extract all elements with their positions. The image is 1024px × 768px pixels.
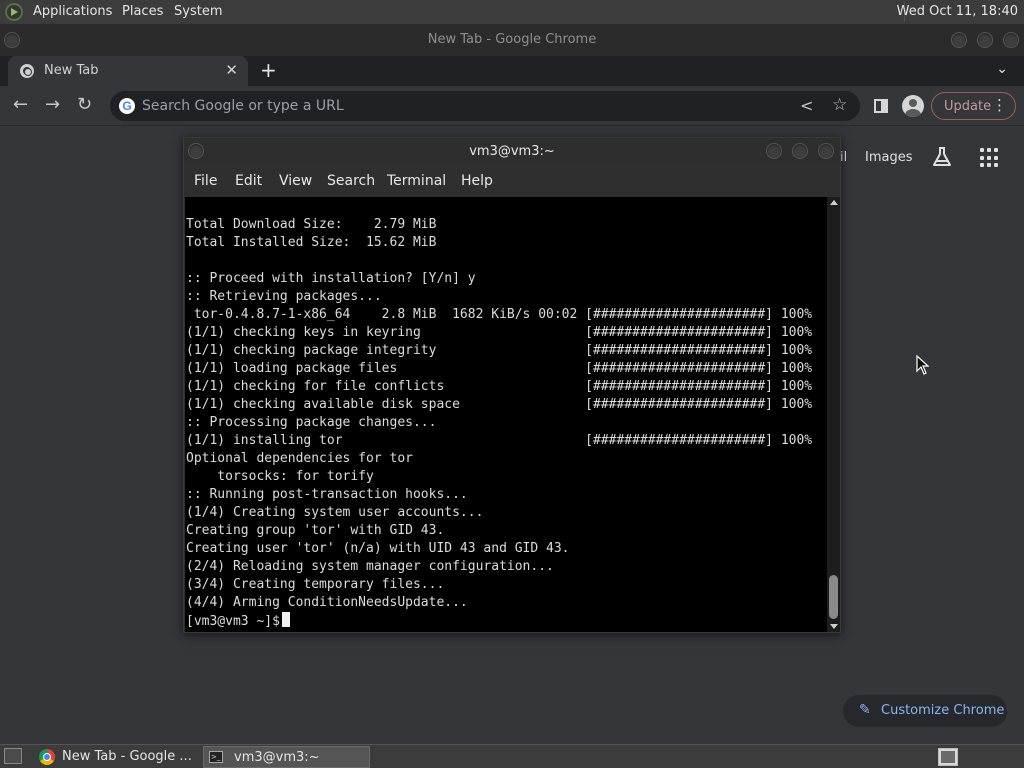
terminal-line: (3/4) Creating temporary files...	[186, 577, 445, 592]
gmail-link[interactable]: il	[840, 150, 847, 165]
taskbar-item-label: vm3@vm3:~	[234, 750, 320, 765]
close-window-button[interactable]	[1003, 32, 1019, 48]
terminal-line: torsocks: for torify	[186, 469, 374, 484]
chrome-favicon-icon	[20, 64, 34, 78]
scroll-up-arrow-icon[interactable]	[830, 200, 838, 205]
labs-flask-icon[interactable]	[930, 145, 954, 169]
terminal-line: :: Proceed with installation? [Y/n] y	[186, 271, 476, 286]
omnibox[interactable]: G Search Google or type a URL < ☆	[110, 91, 860, 121]
terminal-line: tor-0.4.8.7-1-x86_64 2.8 MiB 1682 KiB/s …	[186, 307, 813, 322]
terminal-window-menu-button[interactable]	[188, 143, 204, 159]
terminal-line: (1/4) Creating system user accounts...	[186, 505, 484, 520]
tab-search-chevron-icon[interactable]: ⌄	[996, 61, 1008, 77]
update-label: Update	[944, 99, 992, 114]
terminal-line: Total Download Size: 2.79 MiB	[186, 217, 437, 232]
tab-strip: New Tab ✕ + ⌄	[0, 56, 1024, 86]
window-menu-button[interactable]	[4, 32, 20, 48]
terminal-prompt-line: [vm3@vm3 ~]$	[186, 612, 290, 631]
taskbar-item-chrome[interactable]: New Tab - Google ...	[32, 746, 198, 768]
new-tab-icon[interactable]: +	[260, 58, 277, 82]
scroll-down-arrow-icon[interactable]	[830, 624, 838, 629]
menu-edit[interactable]: Edit	[235, 173, 262, 189]
terminal-line: :: Retrieving packages...	[186, 289, 382, 304]
share-icon[interactable]: <	[800, 96, 813, 115]
customize-chrome-button[interactable]: ✎ Customize Chrome	[843, 695, 1007, 727]
omnibox-placeholder[interactable]: Search Google or type a URL	[142, 98, 344, 114]
show-desktop-icon[interactable]	[4, 748, 22, 764]
terminal-line: Optional dependencies for tor	[186, 451, 413, 466]
terminal-close-button[interactable]	[818, 143, 834, 159]
reload-icon[interactable]: ↻	[77, 95, 92, 115]
maximize-button[interactable]	[977, 32, 993, 48]
distro-logo-icon[interactable]	[5, 3, 23, 21]
customize-chrome-label: Customize Chrome	[881, 703, 1005, 718]
menu-terminal[interactable]: Terminal	[387, 173, 446, 189]
menu-help[interactable]: Help	[461, 173, 493, 189]
terminal-line: Creating group 'tor' with GID 43.	[186, 523, 445, 538]
menu-file[interactable]: File	[194, 173, 217, 189]
places-menu[interactable]: Places	[122, 4, 163, 19]
taskbar-item-terminal[interactable]: >_ vm3@vm3:~	[203, 746, 370, 768]
terminal-line: Total Installed Size: 15.62 MiB	[186, 235, 437, 250]
kebab-menu-icon[interactable]: ⋮	[992, 96, 1007, 114]
terminal-minimize-button[interactable]	[766, 143, 782, 159]
system-menu[interactable]: System	[174, 4, 222, 19]
chrome-titlebar[interactable]: New Tab - Google Chrome	[0, 24, 1024, 56]
terminal-titlebar[interactable]: vm3@vm3:~	[184, 138, 840, 166]
terminal-line: (1/1) checking package integrity [######…	[186, 343, 813, 358]
tab-title: New Tab	[44, 63, 99, 78]
forward-arrow-icon[interactable]: →	[45, 95, 60, 115]
terminal-line: Creating user 'tor' (n/a) with UID 43 an…	[186, 541, 570, 556]
terminal-line: (1/1) loading package files [###########…	[186, 361, 813, 376]
applications-menu[interactable]: Applications	[33, 4, 112, 19]
minimize-button[interactable]	[951, 32, 967, 48]
menu-search[interactable]: Search	[327, 173, 375, 189]
update-button[interactable]: Update ⋮	[931, 92, 1016, 120]
bottom-taskbar: New Tab - Google ... >_ vm3@vm3:~	[0, 744, 1024, 768]
side-panel-icon[interactable]	[874, 99, 888, 113]
scrollbar-thumb[interactable]	[829, 575, 838, 619]
terminal-line: (2/4) Reloading system manager configura…	[186, 559, 554, 574]
terminal-line: :: Processing package changes...	[186, 415, 437, 430]
shell-prompt: [vm3@vm3 ~]$	[186, 614, 280, 629]
bookmark-star-icon[interactable]: ☆	[832, 95, 847, 115]
text-cursor	[281, 612, 290, 627]
terminal-title: vm3@vm3:~	[469, 144, 555, 159]
terminal-line: (1/1) checking for file conflicts [#####…	[186, 379, 813, 394]
taskbar-item-label: New Tab - Google ...	[62, 749, 192, 764]
terminal-line: (1/1) checking keys in keyring [########…	[186, 325, 813, 340]
menu-view[interactable]: View	[279, 173, 312, 189]
workspace-switcher[interactable]	[938, 748, 958, 766]
chrome-toolbar: ← → ↻ G Search Google or type a URL < ☆ …	[0, 86, 1024, 126]
terminal-maximize-button[interactable]	[792, 143, 808, 159]
terminal-app-icon: >_	[209, 751, 223, 763]
chrome-logo-icon	[39, 749, 55, 765]
terminal-scrollbar[interactable]	[827, 197, 840, 632]
profile-avatar-icon[interactable]	[902, 95, 924, 117]
images-link[interactable]: Images	[865, 150, 913, 165]
mouse-pointer-icon	[916, 355, 930, 375]
google-g-icon: G	[119, 98, 135, 114]
back-arrow-icon[interactable]: ←	[13, 95, 28, 115]
close-tab-icon[interactable]: ✕	[225, 61, 238, 79]
tab-new-tab[interactable]: New Tab ✕	[8, 56, 248, 86]
terminal-output[interactable]: Total Download Size: 2.79 MiB Total Insta…	[185, 197, 827, 632]
terminal-line: (1/1) checking available disk space [###…	[186, 397, 813, 412]
terminal-menubar: File Edit View Search Terminal Help	[184, 168, 840, 196]
google-apps-grid-icon[interactable]	[980, 148, 1000, 168]
chrome-window-title: New Tab - Google Chrome	[427, 32, 597, 47]
terminal-window[interactable]: vm3@vm3:~ File Edit View Search Terminal…	[183, 137, 841, 633]
terminal-line: :: Running post-transaction hooks...	[186, 487, 468, 502]
pencil-icon: ✎	[859, 702, 871, 718]
terminal-lines: Total Download Size: 2.79 MiB Total Insta…	[186, 216, 812, 612]
terminal-line: (1/1) installing tor [##################…	[186, 433, 813, 448]
clock[interactable]: Wed Oct 11, 18:40	[897, 4, 1018, 19]
terminal-line: (4/4) Arming ConditionNeedsUpdate...	[186, 595, 468, 610]
top-panel: Applications Places System Wed Oct 11, 1…	[0, 0, 1024, 24]
